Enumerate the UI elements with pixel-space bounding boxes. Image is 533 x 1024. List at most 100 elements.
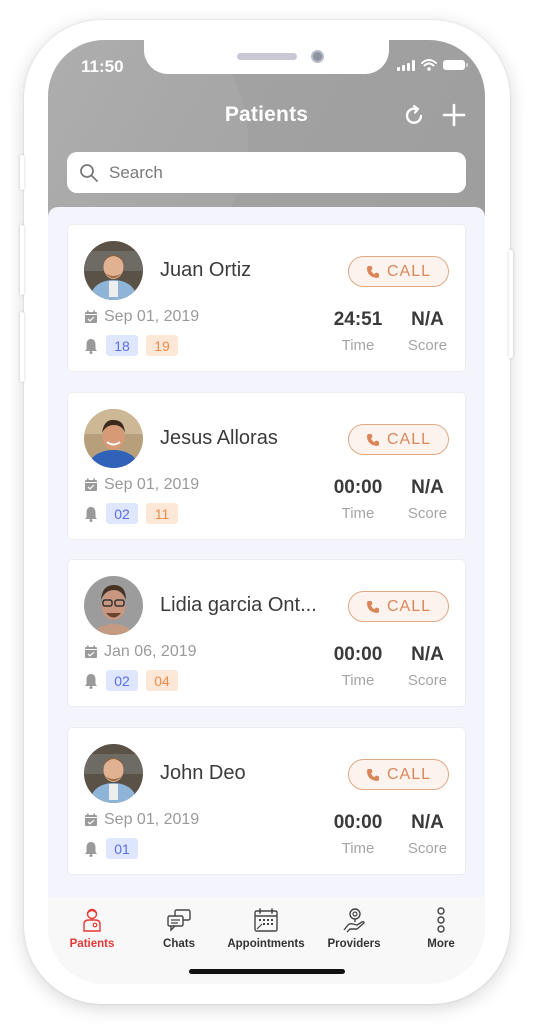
signal-icon <box>397 59 415 71</box>
patient-card[interactable]: Juan Ortiz CALL Sep 01, 2019 18 19 24:51… <box>67 224 466 372</box>
phone-icon <box>366 600 379 613</box>
patient-card[interactable]: John Deo CALL Sep 01, 2019 01 00:00 Time… <box>67 727 466 875</box>
phone-icon <box>366 265 379 278</box>
app-screen: 11:50 Patients Search Juan Ortiz CALL Se… <box>48 40 485 984</box>
avatar <box>84 744 143 803</box>
score-label: Score <box>407 505 448 522</box>
time-label: Time <box>341 505 375 522</box>
bell-icon <box>85 338 97 354</box>
tab-appointments[interactable]: Appointments <box>222 907 310 950</box>
score-value: N/A <box>411 309 444 330</box>
tab-more[interactable]: More <box>397 907 485 950</box>
avatar <box>84 409 143 468</box>
score-stat: N/A Score <box>400 477 455 522</box>
tab-label: More <box>427 938 455 950</box>
score-value: N/A <box>411 644 444 665</box>
chat-icon <box>167 909 191 932</box>
notification-badges: 18 19 <box>84 335 178 356</box>
tab-label: Patients <box>69 938 115 950</box>
call-button[interactable]: CALL <box>348 591 449 622</box>
time-value: 00:00 <box>333 644 383 665</box>
avatar <box>84 241 143 300</box>
tab-label: Providers <box>327 938 381 950</box>
home-indicator[interactable] <box>189 969 345 974</box>
patient-card[interactable]: Jesus Alloras CALL Sep 01, 2019 02 11 00… <box>67 392 466 540</box>
score-stat: N/A Score <box>400 812 455 857</box>
tab-label: Chats <box>163 938 195 950</box>
tab-providers[interactable]: Providers <box>310 907 398 950</box>
badge-orange: 11 <box>146 503 178 524</box>
provider-icon <box>343 908 365 933</box>
score-value: N/A <box>411 477 444 498</box>
calendar-icon <box>254 908 278 932</box>
battery-icon <box>443 60 468 70</box>
avatar <box>84 576 143 635</box>
calendar-icon <box>85 813 97 826</box>
appointment-date: Sep 01, 2019 <box>84 811 199 829</box>
score-label: Score <box>407 337 448 354</box>
patient-icon <box>83 908 101 932</box>
status-icons <box>397 59 468 71</box>
time-stat: 24:51 Time <box>326 309 390 354</box>
patient-list: Juan Ortiz CALL Sep 01, 2019 18 19 24:51… <box>48 207 485 897</box>
time-stat: 00:00 Time <box>326 812 390 857</box>
date-text: Sep 01, 2019 <box>104 476 200 493</box>
time-label: Time <box>341 840 375 857</box>
tab-chats[interactable]: Chats <box>135 907 223 950</box>
tab-patients[interactable]: Patients <box>48 907 136 950</box>
score-label: Score <box>407 840 448 857</box>
appointment-date: Sep 01, 2019 <box>84 476 199 494</box>
calendar-icon <box>85 478 97 491</box>
badge-orange: 04 <box>146 670 178 691</box>
status-time: 11:50 <box>81 57 124 76</box>
search-bar[interactable] <box>67 152 466 193</box>
refresh-icon <box>405 104 423 124</box>
plus-icon <box>442 103 466 127</box>
appointment-date: Jan 06, 2019 <box>84 643 197 661</box>
refresh-button[interactable] <box>402 102 428 128</box>
badge-blue: 01 <box>106 838 138 859</box>
wifi-icon <box>421 59 437 71</box>
call-button[interactable]: CALL <box>348 759 449 790</box>
notification-badges: 02 04 <box>84 670 178 691</box>
volume-up-button <box>20 225 24 295</box>
power-button <box>509 250 513 358</box>
time-stat: 00:00 Time <box>326 644 390 689</box>
score-stat: N/A Score <box>400 309 455 354</box>
appointment-date: Sep 01, 2019 <box>84 308 199 326</box>
badge-orange: 19 <box>146 335 178 356</box>
patient-card[interactable]: Lidia garcia Ont... CALL Jan 06, 2019 02… <box>67 559 466 707</box>
badge-blue: 02 <box>106 503 138 524</box>
search-input[interactable] <box>109 162 449 183</box>
call-label: CALL <box>386 430 432 448</box>
tab-label: Appointments <box>227 938 305 950</box>
time-label: Time <box>341 672 375 689</box>
calendar-icon <box>85 310 97 323</box>
call-button[interactable]: CALL <box>348 424 449 455</box>
bell-icon <box>85 506 97 522</box>
badge-blue: 18 <box>106 335 138 356</box>
time-value: 00:00 <box>333 812 383 833</box>
date-text: Jan 06, 2019 <box>104 643 197 660</box>
call-label: CALL <box>386 597 432 615</box>
date-text: Sep 01, 2019 <box>104 308 200 325</box>
time-value: 24:51 <box>333 309 383 330</box>
time-stat: 00:00 Time <box>326 477 390 522</box>
add-patient-button[interactable] <box>441 102 467 128</box>
date-text: Sep 01, 2019 <box>104 811 200 828</box>
patient-name: Lidia garcia Ont... <box>160 594 317 616</box>
call-button[interactable]: CALL <box>348 256 449 287</box>
patient-name: John Deo <box>160 762 246 784</box>
calendar-icon <box>85 645 97 658</box>
score-stat: N/A Score <box>400 644 455 689</box>
score-value: N/A <box>411 812 444 833</box>
badge-blue: 02 <box>106 670 138 691</box>
call-label: CALL <box>386 262 432 280</box>
speaker <box>237 53 297 60</box>
patient-name: Jesus Alloras <box>160 427 278 449</box>
time-value: 00:00 <box>333 477 383 498</box>
patient-name: Juan Ortiz <box>160 259 252 281</box>
notification-badges: 02 11 <box>84 503 178 524</box>
call-label: CALL <box>386 765 432 783</box>
phone-icon <box>366 768 379 781</box>
